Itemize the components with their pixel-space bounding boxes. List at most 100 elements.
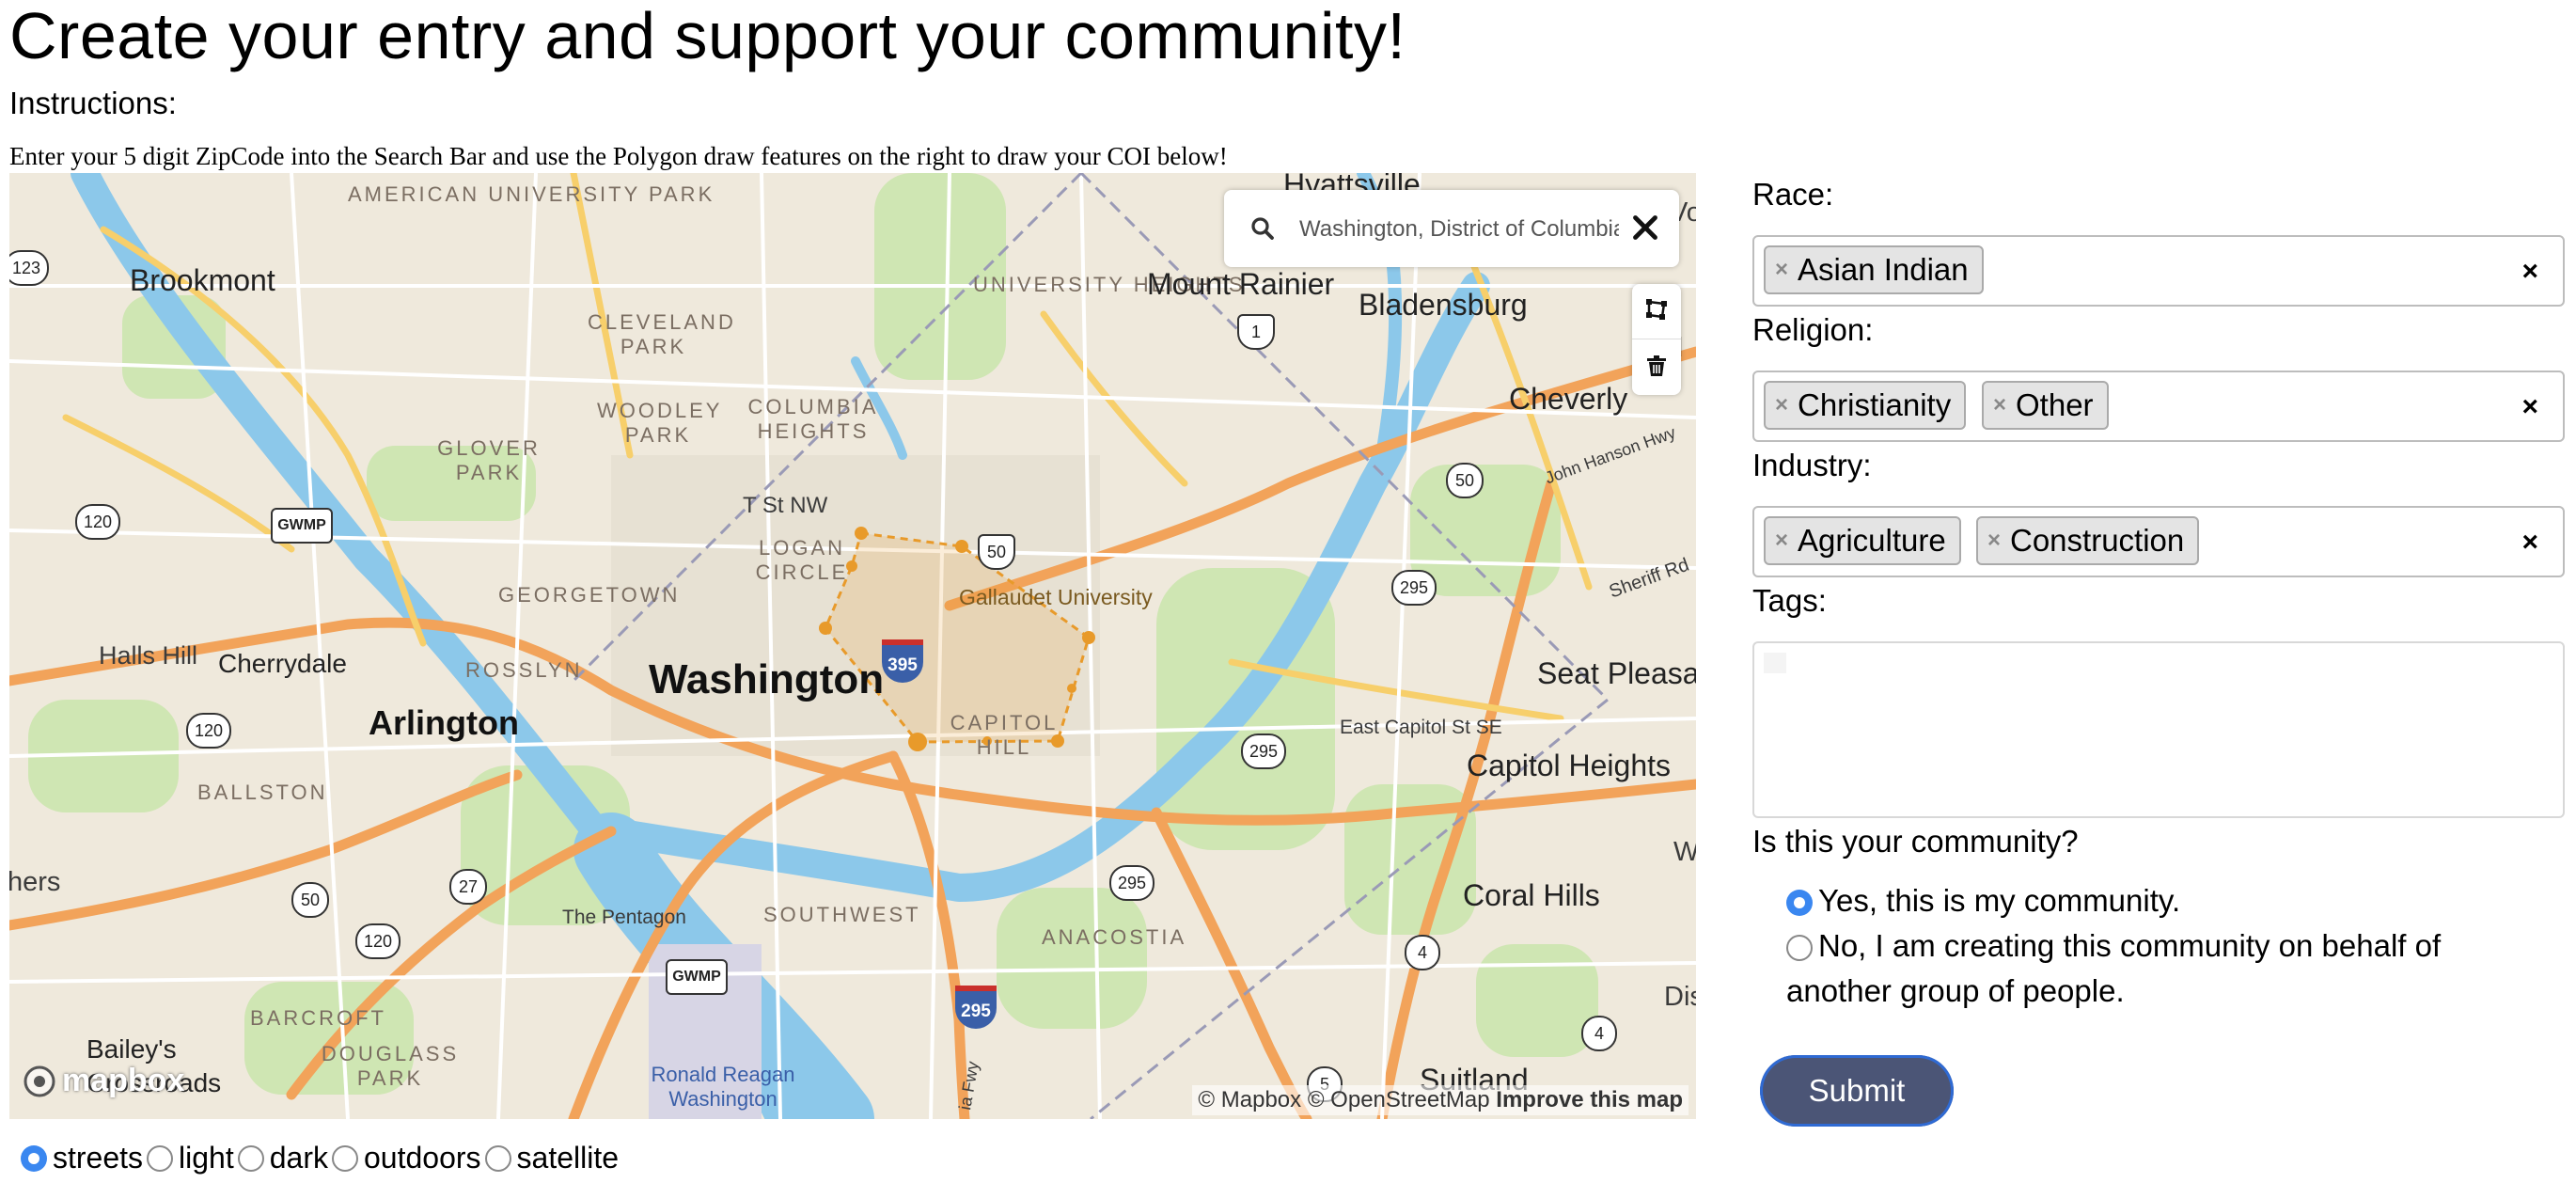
route-shield: 120 <box>186 713 231 749</box>
style-option-streets[interactable]: streets <box>21 1141 143 1175</box>
chip-label: Asian Indian <box>1798 252 1969 287</box>
route-shield: 295 <box>1109 865 1154 901</box>
map-label: AMERICAN UNIVERSITY PARK <box>348 182 715 206</box>
polygon-tool-button[interactable] <box>1632 284 1681 339</box>
option-no[interactable]: No, I am creating this community on beha… <box>1786 923 2501 1014</box>
style-label: streets <box>53 1141 144 1175</box>
map-label: CAPITOL HILL <box>950 711 1059 759</box>
map-label: Capitol Heights <box>1467 749 1671 782</box>
style-label: light <box>179 1141 234 1175</box>
radio-streets[interactable] <box>21 1144 47 1172</box>
map-label: Cherrydale <box>218 649 347 678</box>
map[interactable]: AMERICAN UNIVERSITY PARK Hyattsville Bro… <box>9 173 1696 1119</box>
radio-satellite[interactable] <box>484 1144 511 1172</box>
race-select[interactable]: × Asian Indian × <box>1752 235 2565 307</box>
radio-light[interactable] <box>147 1144 174 1172</box>
chip-remove-icon[interactable]: × <box>1993 383 2006 428</box>
chip-remove-icon[interactable]: × <box>1775 383 1788 428</box>
race-chip: × Asian Indian <box>1764 245 1984 294</box>
attribution-mapbox[interactable]: © Mapbox <box>1198 1087 1301 1112</box>
clear-race-icon[interactable]: × <box>2521 256 2538 288</box>
chip-label: Christianity <box>1798 387 1952 422</box>
map-label: Arlington <box>369 703 519 742</box>
map-label: DOUGLASS PARK <box>321 1042 460 1090</box>
map-label: GLOVER PARK <box>437 436 541 484</box>
map-label: SOUTHWEST <box>763 903 921 926</box>
route-shield: 4 <box>1581 1016 1617 1051</box>
route-shield: GWMP <box>666 959 728 995</box>
map-label: Washington <box>649 656 885 702</box>
map-label: Mount Rainier <box>1147 267 1335 301</box>
style-option-outdoors[interactable]: outdoors <box>331 1141 481 1175</box>
close-icon[interactable] <box>1628 211 1662 244</box>
map-label: Coral Hills <box>1463 878 1600 912</box>
chip-remove-icon[interactable]: × <box>1775 247 1788 292</box>
route-shield: 120 <box>75 504 120 540</box>
improve-map-link[interactable]: Improve this map <box>1496 1087 1683 1112</box>
style-option-light[interactable]: light <box>147 1141 234 1175</box>
attribution-osm[interactable]: © OpenStreetMap <box>1308 1087 1490 1112</box>
route-shield: GWMP <box>271 508 333 544</box>
religion-chip: × Other <box>1982 381 2109 430</box>
chip-remove-icon[interactable]: × <box>1987 518 2001 563</box>
instructions-text: Enter your 5 digit ZipCode into the Sear… <box>9 142 1228 170</box>
mapbox-logo[interactable]: mapbox <box>23 1063 184 1099</box>
religion-chip: × Christianity <box>1764 381 1967 430</box>
tags-input[interactable] <box>1764 653 1786 673</box>
industry-label: Industry: <box>1752 448 1872 482</box>
route-shield: 295 <box>1241 733 1286 769</box>
clear-religion-icon[interactable]: × <box>2521 391 2538 423</box>
map-label: The Pentagon <box>562 907 686 928</box>
style-label: outdoors <box>363 1141 481 1175</box>
map-label: Halls Hill <box>99 641 198 670</box>
search-icon <box>1251 217 1274 240</box>
map-style-switcher: streets light dark outdoors satellite <box>21 1141 622 1175</box>
map-label: East Capitol St SE <box>1340 717 1502 738</box>
map-label: Seat Pleasan <box>1537 656 1696 690</box>
map-label: Cheverly <box>1509 382 1628 416</box>
map-label: T St NW <box>743 493 828 518</box>
polygon-tool-icon <box>1646 299 1667 320</box>
trash-icon <box>1647 355 1666 376</box>
religion-select[interactable]: × Christianity × Other × <box>1752 371 2565 442</box>
style-option-dark[interactable]: dark <box>237 1141 328 1175</box>
page-title: Create your entry and support your commu… <box>9 0 1406 72</box>
mapbox-logo-text: mapbox <box>62 1063 185 1098</box>
tags-label: Tags: <box>1752 583 1827 618</box>
tags-input-box[interactable] <box>1752 641 2565 818</box>
radio-outdoors[interactable] <box>331 1144 358 1172</box>
submit-button[interactable]: Submit <box>1760 1055 1954 1127</box>
route-shield: 50 <box>1446 463 1484 498</box>
map-label: BALLSTON <box>197 781 328 804</box>
map-label: Ronald Reagan Washington <box>651 1063 795 1111</box>
route-shield: 120 <box>355 923 401 959</box>
route-shield: 4 <box>1405 935 1440 970</box>
radio-no[interactable] <box>1786 935 1813 962</box>
industry-chip: × Agriculture <box>1764 516 1961 565</box>
map-label: Brookmont <box>130 263 275 297</box>
race-label: Race: <box>1752 177 1834 212</box>
map-label: GEORGETOWN <box>498 583 681 607</box>
option-yes[interactable]: Yes, this is my community. <box>1786 878 2180 923</box>
search-input[interactable] <box>1297 207 1621 252</box>
instructions-heading: Instructions: <box>9 86 177 120</box>
map-label: ROSSLYN <box>465 658 583 682</box>
route-shield: 27 <box>449 869 487 905</box>
map-attribution: © Mapbox © OpenStreetMap Improve this ma… <box>1192 1085 1689 1115</box>
map-label: Distr <box>1664 982 1696 1012</box>
route-shield: 295 <box>1391 570 1437 606</box>
route-shield: 50 <box>291 882 329 918</box>
option-no-label: No, I am creating this community on beha… <box>1786 928 2442 1008</box>
map-label: BARCROFT <box>250 1006 386 1030</box>
chip-remove-icon[interactable]: × <box>1775 518 1788 563</box>
trash-button[interactable] <box>1632 340 1681 395</box>
option-yes-label: Yes, this is my community. <box>1818 883 2181 918</box>
route-shield: 123 <box>9 250 49 286</box>
style-option-satellite[interactable]: satellite <box>484 1141 619 1175</box>
radio-dark[interactable] <box>237 1144 264 1172</box>
map-label: W <box>1673 837 1696 867</box>
clear-industry-icon[interactable]: × <box>2521 527 2538 559</box>
industry-select[interactable]: × Agriculture × Construction × <box>1752 506 2565 577</box>
radio-yes[interactable] <box>1786 890 1813 917</box>
map-search-box[interactable] <box>1224 190 1679 267</box>
